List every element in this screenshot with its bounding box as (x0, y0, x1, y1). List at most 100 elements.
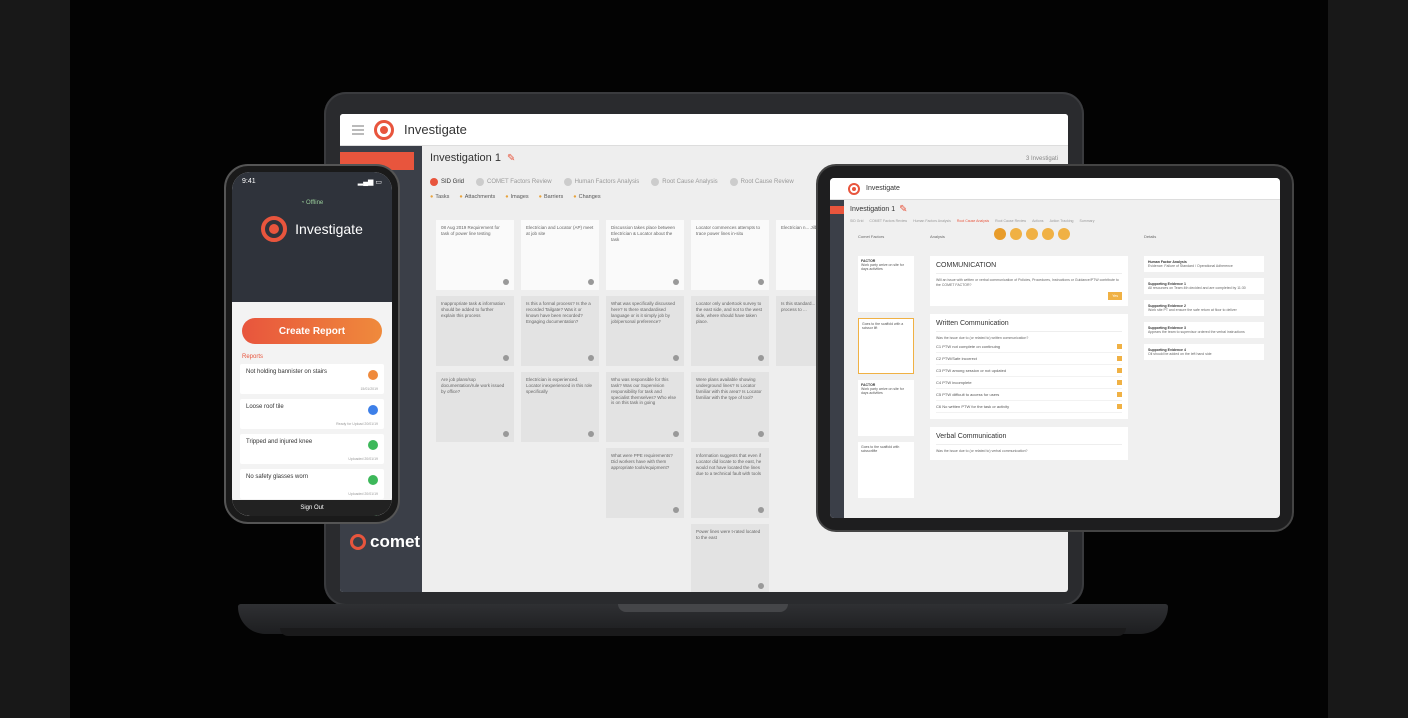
tablet-step[interactable]: Actions (1032, 219, 1043, 223)
factor-card[interactable]: FACTOR Work party arrive on site for days… (858, 256, 914, 312)
tablet-step[interactable]: SID Grid (850, 219, 863, 223)
menu-icon[interactable] (352, 124, 364, 135)
detail-card[interactable]: Supporting Evidence 1 All resources on Te… (1144, 278, 1264, 294)
tab-root-cause-analysis[interactable]: Root Cause Analysis (651, 178, 718, 186)
tablet-step[interactable]: COMET Factors Review (869, 219, 907, 223)
factor-text: Work party arrive on site for days activ… (861, 263, 904, 271)
wifi-icon: ◔ (300, 200, 305, 206)
factor-card[interactable]: Goes to the scaffold with scissorlifte (858, 442, 914, 498)
tablet-step[interactable]: Root Cause Review (995, 219, 1026, 223)
tab-human-factors-analysis[interactable]: Human Factors Analysis (563, 178, 639, 186)
factor-text: Goes to the scaffold with scissorlifte (861, 445, 900, 453)
grid-card[interactable]: Inappropriate task & information should … (436, 296, 514, 366)
detail-card[interactable]: Supporting Evidence 3 Appears the team to… (1144, 322, 1264, 338)
grid-card[interactable]: 08 Aug 2019 Requirement for task of powe… (436, 220, 514, 290)
detail-card[interactable]: Supporting Evidence 2 Work site PT and en… (1144, 300, 1264, 316)
verbal-communication-panel: Verbal Communication Was the issue due t… (930, 426, 1128, 460)
grid-card[interactable]: What was specifically discussed here? Is… (606, 296, 684, 366)
report-item[interactable]: No safety glasses worn Uploaded 20/01/19 (240, 469, 384, 499)
detail-card[interactable]: Human Factor Analysis Evidence: Failure o… (1144, 256, 1264, 272)
panel-text: Will an issue with written or verbal com… (936, 278, 1119, 287)
grid-card[interactable]: Power lines were t-rated located to the … (691, 524, 769, 592)
factor-card[interactable]: Goes to the scaffold with a scissor lift (858, 318, 914, 374)
card-text: What was specifically discussed here? Is… (611, 301, 676, 324)
tab-comet-factors-review[interactable]: COMET Factors Review (476, 178, 552, 186)
criteria-checkbox[interactable] (1117, 343, 1122, 349)
grid-card[interactable]: Electrician and Locator (AP) meet at job… (521, 220, 599, 290)
report-status-icon (368, 475, 378, 485)
investigation-title: Investigation 1 ✎ (430, 152, 1060, 164)
search-label[interactable]: 3 Investigati (1026, 156, 1058, 162)
report-item[interactable]: Loose roof tile Ready for Upload 20/01/19 (240, 399, 384, 429)
grid-card[interactable]: Who was responsible for this task? Was o… (606, 372, 684, 442)
chip-images[interactable]: Images (505, 194, 529, 200)
criteria-item[interactable]: C1 PTW not complete on continuing (936, 341, 1122, 353)
status-dot-icon (758, 355, 764, 361)
report-date: Uploaded 20/01/19 (348, 457, 378, 461)
chip-attachments[interactable]: Attachments (459, 194, 496, 200)
criteria-item[interactable]: C5 PTW difficult to access for users (936, 389, 1122, 401)
criteria-checkbox[interactable] (1117, 355, 1122, 361)
chip-tasks[interactable]: Tasks (430, 194, 449, 200)
category-circle[interactable] (994, 228, 1006, 240)
criteria-checkbox[interactable] (1117, 403, 1122, 409)
card-text: Information suggests that even if Locato… (696, 453, 762, 476)
grid-column: 08 Aug 2019 Requirement for task of powe… (436, 220, 514, 592)
chip-changes[interactable]: Changes (573, 194, 601, 200)
criteria-checkbox[interactable] (1117, 367, 1122, 373)
report-status-icon (368, 440, 378, 450)
tablet-step[interactable]: Summary (1080, 219, 1095, 223)
factor-card[interactable]: FACTOR Work party arrive on site for days… (858, 380, 914, 436)
tablet-main: Investigation 1 ✎ SID Grid COMET Factors … (844, 200, 1280, 518)
chip-barriers[interactable]: Barriers (539, 194, 563, 200)
detail-text: All resources on Team 4th decided and ar… (1148, 286, 1246, 290)
grid-card[interactable]: Locator only undertook survey to the eas… (691, 296, 769, 366)
criteria-item[interactable]: C6 No written PTW for the task or activi… (936, 401, 1122, 413)
criteria-checkbox[interactable] (1117, 391, 1122, 397)
sign-out-button[interactable]: Sign Out (232, 500, 392, 516)
phone-screen: 9:41 ▂▄▆ ▭ ◔ Offline Investigate Create … (232, 172, 392, 516)
card-text: Who was responsible for this task? Was o… (611, 377, 677, 406)
category-circle[interactable] (1042, 228, 1054, 240)
card-text: Electrician is experienced. Locator inex… (526, 377, 593, 394)
edit-pencil-icon[interactable]: ✎ (899, 204, 907, 215)
tab-sid-grid[interactable]: SID Grid (430, 178, 464, 186)
yes-button[interactable]: Yes (1108, 291, 1122, 300)
tablet-sidebar-active[interactable] (830, 206, 844, 214)
criteria-item[interactable]: C4 PTW incomplete (936, 377, 1122, 389)
offline-status: ◔ Offline (232, 200, 392, 206)
grid-card[interactable]: Discussion takes place between Electrici… (606, 220, 684, 290)
criteria-checkbox[interactable] (1117, 379, 1122, 385)
report-item[interactable]: Tripped and injured knee Uploaded 20/01/1… (240, 434, 384, 464)
report-title: Tripped and injured knee (246, 439, 313, 445)
criteria-item[interactable]: C2 PTW/Safe incorrect (936, 353, 1122, 365)
category-circle[interactable] (1026, 228, 1038, 240)
criteria-item[interactable]: C3 PTW among session or not updated (936, 365, 1122, 377)
tab-root-cause-review[interactable]: Root Cause Review (729, 178, 794, 186)
comet-ring-icon (350, 534, 366, 550)
criteria-label: C4 PTW incomplete (936, 379, 972, 385)
col-analysis: Analysis (930, 234, 945, 239)
grid-card[interactable]: Were plans available showing underground… (691, 372, 769, 442)
offline-label: Offline (306, 200, 324, 206)
edit-pencil-icon[interactable]: ✎ (507, 153, 515, 164)
grid-card[interactable]: Electrician is experienced. Locator inex… (521, 372, 599, 442)
card-text: Locator only undertook survey to the eas… (696, 301, 763, 324)
report-status-icon (368, 405, 378, 415)
category-circle[interactable] (1010, 228, 1022, 240)
grid-card[interactable]: Locator commences attempts to trace powe… (691, 220, 769, 290)
tablet-step[interactable]: Action Tracking (1050, 219, 1074, 223)
category-circle[interactable] (1058, 228, 1070, 240)
detail-text: Work site PT and ensure the safe return … (1148, 308, 1237, 312)
grid-card[interactable]: Is this a formal process? Is the a recor… (521, 296, 599, 366)
detail-card[interactable]: Supporting Evidence 4 Oil should be added… (1144, 344, 1264, 360)
create-report-button[interactable]: Create Report (242, 318, 382, 344)
grid-card[interactable]: Are job plans/sop documentation/rule wor… (436, 372, 514, 442)
tablet-step[interactable]: Human Factors Analysis (913, 219, 951, 223)
grid-card[interactable]: What were PPE requirements? Did workers … (606, 448, 684, 518)
report-item[interactable]: Not holding bannister on stairs 15/01/201… (240, 364, 384, 394)
panel-title: Written Communication (936, 320, 1122, 332)
grid-card[interactable]: Information suggests that even if Locato… (691, 448, 769, 518)
tablet-step[interactable]: Root Cause Analysis (957, 219, 989, 223)
left-backdrop (0, 0, 70, 718)
